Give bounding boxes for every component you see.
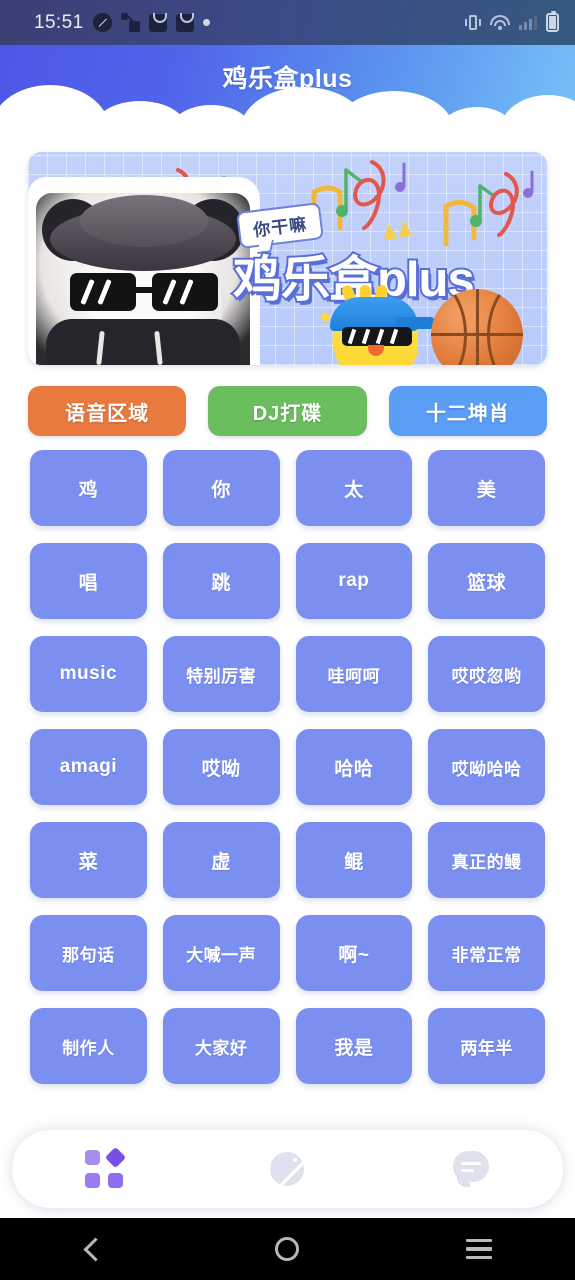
compass-icon — [92, 13, 112, 32]
basketball-icon — [431, 289, 523, 365]
share-icon — [120, 13, 140, 32]
sound-button[interactable]: 大家好 — [162, 1008, 280, 1084]
sound-button[interactable]: 你 — [162, 450, 280, 526]
planet-icon — [268, 1150, 306, 1188]
sound-button[interactable]: 跳 — [162, 543, 280, 619]
status-bar: 15:51 — [0, 0, 575, 45]
back-icon — [83, 1236, 108, 1262]
sound-button[interactable]: 哎呦哈哈 — [428, 729, 545, 805]
sound-button[interactable]: rap — [295, 543, 413, 619]
wifi-icon — [490, 14, 510, 31]
app-header: 鸡乐盒plus — [0, 45, 575, 137]
vibrate-icon — [465, 14, 481, 31]
bag-icon — [175, 12, 194, 32]
sound-button[interactable]: 啊~ — [295, 915, 413, 991]
promo-banner[interactable]: 你干嘛 鸡乐盒plus ✦ ✦ — [28, 152, 547, 365]
signal-icon — [519, 15, 537, 30]
nav-item-discover[interactable] — [241, 1138, 333, 1200]
sound-button[interactable]: 制作人 — [30, 1008, 147, 1084]
sound-button[interactable]: 菜 — [30, 822, 147, 898]
sound-button[interactable]: 哎呦 — [162, 729, 280, 805]
status-bar-left: 15:51 — [34, 12, 210, 34]
bag-icon — [148, 12, 167, 32]
sound-button[interactable]: 哈哈 — [295, 729, 413, 805]
sound-button[interactable]: music — [30, 636, 147, 712]
sound-button[interactable]: 鸡 — [30, 450, 147, 526]
sound-button[interactable]: 我是 — [295, 1008, 413, 1084]
sound-button[interactable]: 篮球 — [428, 543, 545, 619]
tab-zodiac[interactable]: 十二坤肖 — [388, 386, 547, 436]
sound-button[interactable]: 那句话 — [30, 915, 147, 991]
cloud-decoration — [0, 85, 575, 137]
sound-button[interactable]: amagi — [30, 729, 147, 805]
nav-item-chat[interactable] — [425, 1138, 517, 1200]
sound-button[interactable]: 太 — [295, 450, 413, 526]
bottom-tab-bar — [12, 1130, 563, 1208]
sound-button[interactable]: 两年半 — [428, 1008, 545, 1084]
dot-icon — [202, 19, 210, 26]
android-recents-button[interactable] — [439, 1226, 519, 1272]
phone-screen: 15:51 鸡乐盒plus 你干嘛 鸡乐盒plus ✦ 语音区域 DJ打碟 十二… — [0, 0, 575, 1280]
sound-button[interactable]: 特别厉害 — [162, 636, 280, 712]
chat-bubble-icon — [452, 1151, 490, 1187]
status-time: 15:51 — [34, 11, 84, 33]
android-navigation-bar — [0, 1218, 575, 1280]
sound-button[interactable]: 虚 — [162, 822, 280, 898]
sound-button[interactable]: 鲲 — [295, 822, 413, 898]
sound-button-grid: 鸡 你 太 美 唱 跳 rap 篮球 music 特别厉害 哇呵呵 哎哎忽哟 a… — [30, 450, 545, 1084]
sound-button[interactable]: 哇呵呵 — [295, 636, 413, 712]
sound-button[interactable]: 真正的鳗 — [428, 822, 545, 898]
sound-button[interactable]: 美 — [428, 450, 545, 526]
home-icon — [275, 1237, 300, 1261]
battery-icon — [546, 11, 559, 32]
android-back-button[interactable] — [56, 1226, 136, 1272]
sound-button[interactable]: 大喊一声 — [162, 915, 280, 991]
sound-button[interactable]: 哎哎忽哟 — [428, 636, 545, 712]
panda-sticker — [28, 177, 260, 365]
tab-dj[interactable]: DJ打碟 — [208, 386, 367, 436]
sound-button[interactable]: 非常正常 — [428, 915, 545, 991]
recents-icon — [466, 1238, 493, 1260]
status-bar-right — [465, 11, 559, 32]
nav-item-home[interactable] — [58, 1138, 150, 1200]
sound-button[interactable]: 唱 — [30, 543, 147, 619]
apps-grid-icon — [84, 1146, 126, 1188]
android-home-button[interactable] — [247, 1226, 327, 1272]
chick-mascot — [328, 283, 436, 365]
tab-voice-zone[interactable]: 语音区域 — [28, 386, 187, 436]
category-tabs: 语音区域 DJ打碟 十二坤肖 — [28, 386, 547, 436]
